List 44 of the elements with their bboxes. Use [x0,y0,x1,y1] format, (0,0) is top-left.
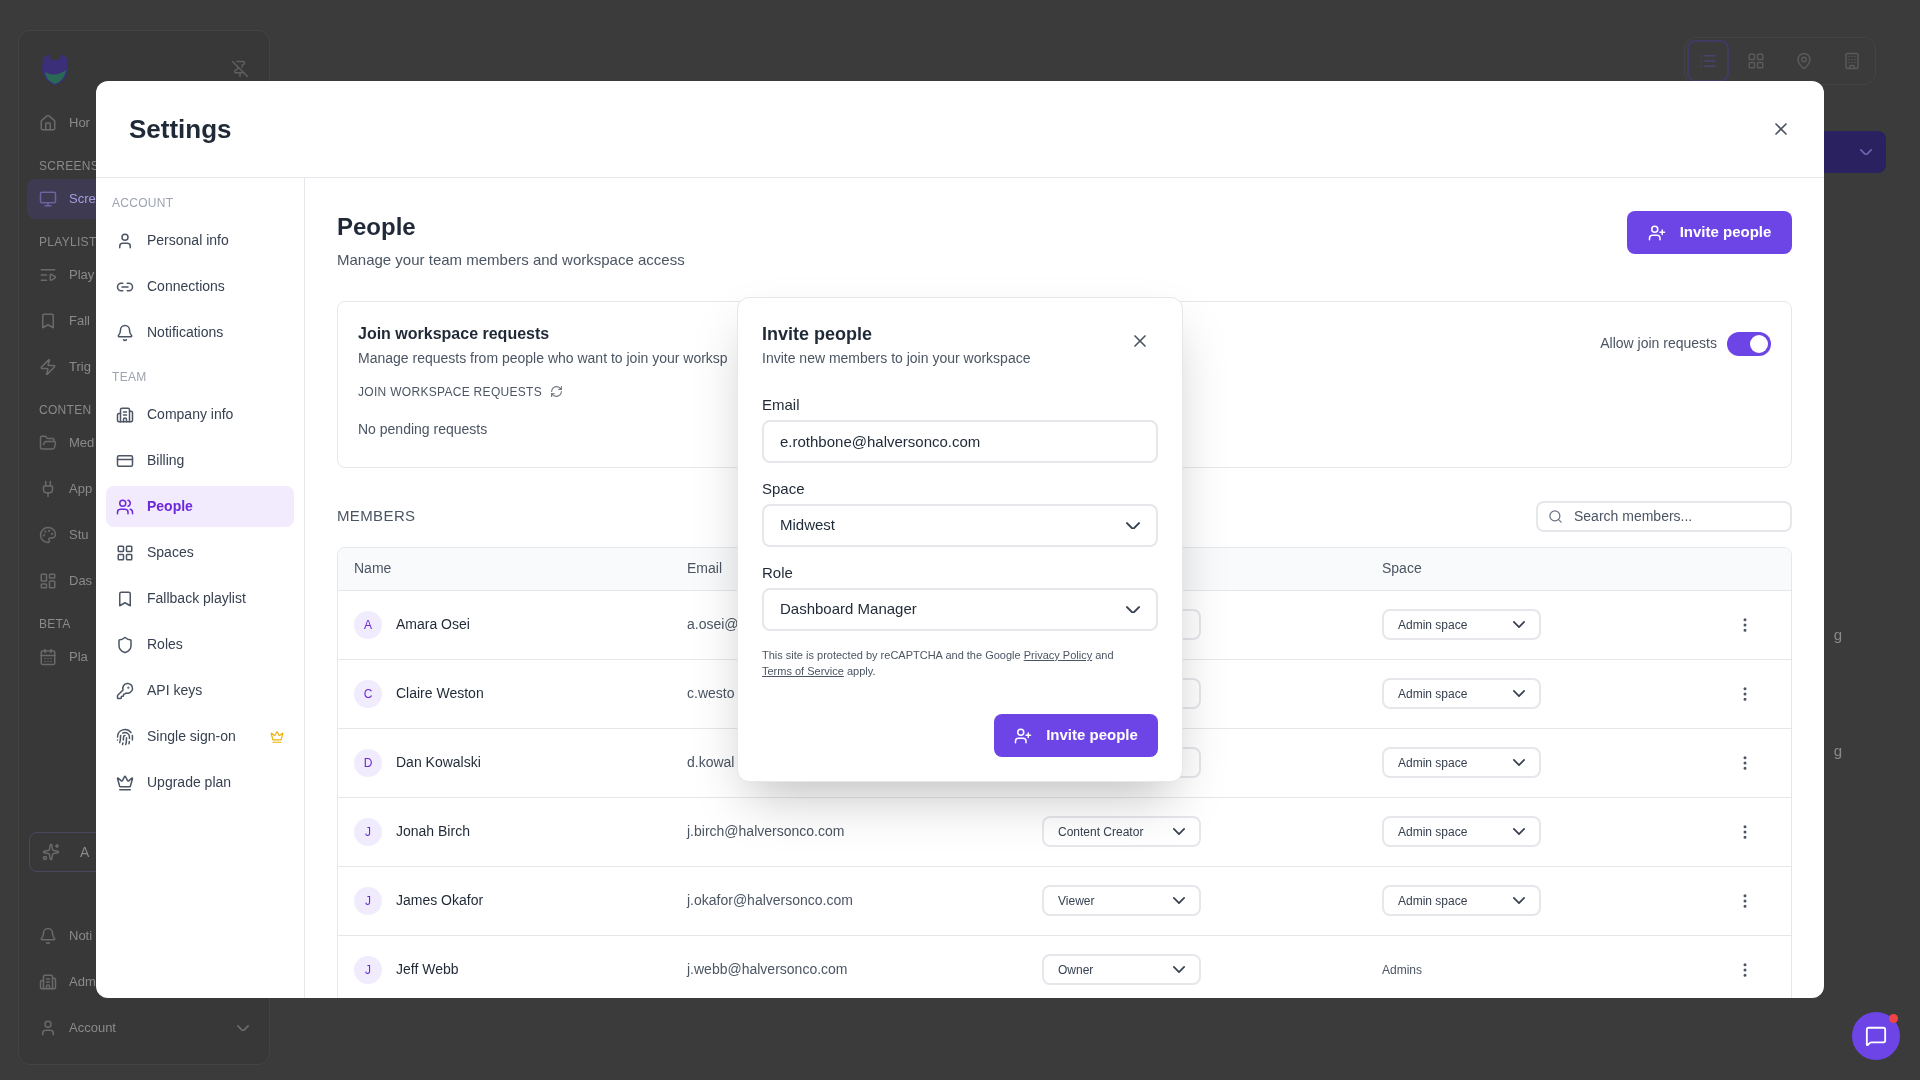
avatar: J [354,886,382,915]
section-label: TEAM [111,369,148,386]
field-label: Role [762,563,794,583]
modal-title: Settings [129,112,232,146]
section-label: BETA [39,616,71,633]
empty-state-text: No pending requests [358,419,489,439]
member-email: a.osei@ [687,615,740,634]
field-label: Email [762,395,801,415]
page-title: People [337,212,417,242]
section-label: MEMBERS [337,505,416,526]
table-cell-text: g [1833,740,1842,761]
column-header: Email [687,559,722,578]
page-subtitle: Manage your team members and workspace access [337,250,685,270]
column-header: Space [1382,559,1422,578]
card-description: Manage requests from people who want to join your worksp [358,348,728,368]
toggle-label: Allow join requests [1600,334,1717,353]
member-email: j.okafor@halversonco.com [687,891,854,910]
member-email: j.webb@halversonco.com [687,960,849,979]
recaptcha-notice: This site is protected by reCAPTCHA and the Google Privacy Policy and Terms of Service apply. [762,648,1115,679]
member-email: j.birch@halversonco.com [687,822,846,841]
member-name: Claire Weston [396,684,484,703]
member-name: Jonah Birch [396,822,470,841]
section-label: CONTEN [39,402,92,419]
column-header: Name [354,559,392,578]
member-name: Amara Osei [396,615,470,634]
avatar: J [354,817,382,846]
dialog-subtitle: Invite new members to join your workspace [762,349,1031,368]
table-cell-text: g [1833,625,1842,645]
member-name: James Okafor [396,891,484,910]
field-label: Space [762,479,806,499]
member-name: Dan Kowalski [396,753,481,772]
member-email: c.westo [687,684,736,703]
space-text: Admins [1382,963,1422,977]
dialog-title: Invite people [762,323,874,346]
card-title: Join workspace requests [358,323,551,344]
member-name: Jeff Webb [396,960,459,979]
avatar: J [354,955,382,984]
member-email: d.kowal [687,753,736,772]
section-label: PLAYLIST [39,234,97,251]
section-label: ACCOUNT [111,195,175,212]
avatar: C [354,679,382,708]
avatar: A [354,610,382,639]
list-label: JOIN WORKSPACE REQUESTS [358,383,543,401]
avatar: D [354,748,382,777]
